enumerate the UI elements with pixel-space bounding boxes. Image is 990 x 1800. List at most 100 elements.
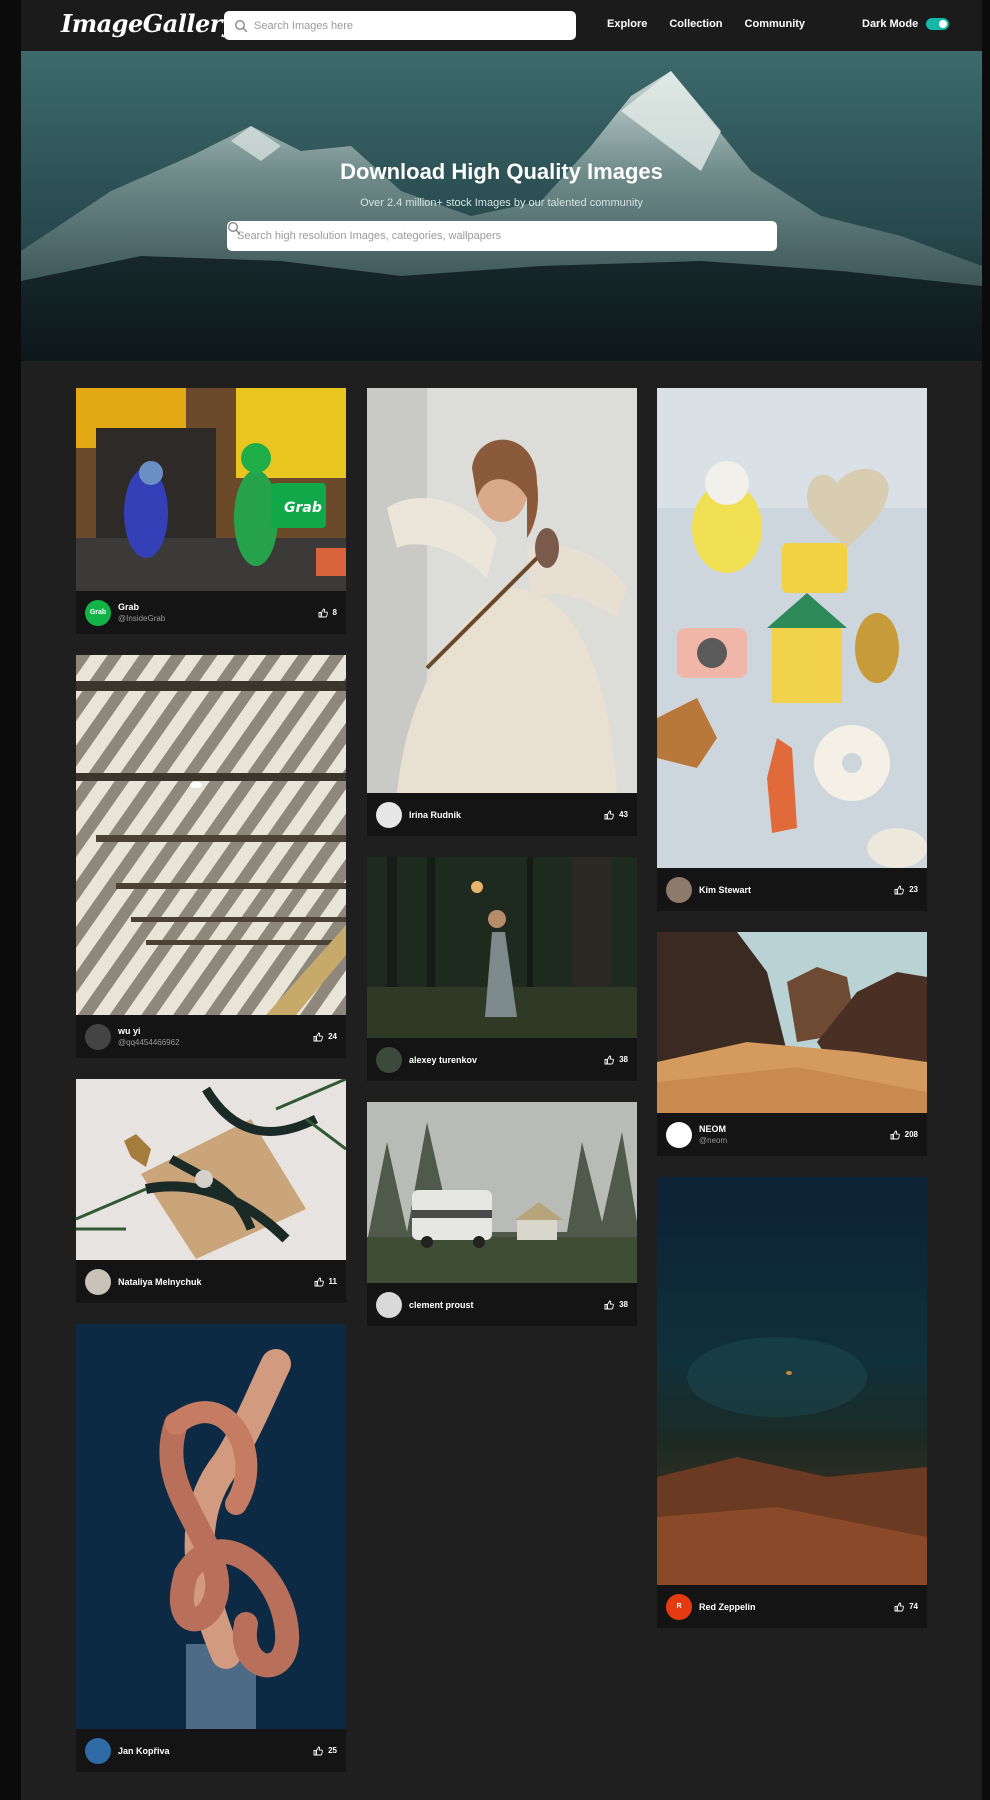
- user-name[interactable]: Red Zeppelin: [699, 1601, 894, 1613]
- user-name[interactable]: alexey turenkov: [409, 1054, 604, 1066]
- user-name[interactable]: Kim Stewart: [699, 884, 894, 896]
- like-button[interactable]: 23: [894, 885, 918, 895]
- user-name[interactable]: Irina Rudnik: [409, 809, 604, 821]
- dark-mode-control: Dark Mode: [862, 18, 950, 30]
- photo-forest-woman-lantern[interactable]: [367, 857, 637, 1038]
- avatar[interactable]: Grab: [85, 599, 111, 626]
- like-button[interactable]: 74: [894, 1602, 918, 1612]
- photo-card[interactable]: clement proust 38: [367, 1102, 637, 1326]
- like-count: 43: [619, 810, 628, 819]
- photo-card[interactable]: Jan Kopřiva 25: [76, 1324, 346, 1772]
- hero-banner: Download High Quality Images Over 2.4 mi…: [21, 51, 982, 361]
- like-button[interactable]: 8: [318, 608, 337, 618]
- like-count: 208: [904, 1130, 918, 1139]
- thumbs-up-icon: [604, 1300, 614, 1309]
- photo-card[interactable]: Nataliya Melnychuk 11: [76, 1079, 346, 1303]
- thumbs-up-icon: [314, 1277, 324, 1286]
- like-button[interactable]: 208: [890, 1130, 918, 1140]
- photo-card-footer: Jan Kopřiva 25: [76, 1729, 346, 1772]
- photo-card-footer: Grab Grab @InsideGrab 8: [76, 591, 346, 634]
- user-info: wu yi @qq4454466962: [118, 1025, 313, 1049]
- user-name[interactable]: wu yi: [118, 1025, 313, 1037]
- thumbs-up-icon: [318, 608, 328, 617]
- avatar[interactable]: [85, 1023, 111, 1050]
- photo-card-footer: Irina Rudnik 43: [367, 793, 637, 836]
- nav-search-box[interactable]: [224, 11, 576, 40]
- search-icon: [227, 221, 241, 235]
- hero-subtitle: Over 2.4 million+ stock Images by our ta…: [360, 197, 643, 209]
- nav-search-input[interactable]: [254, 19, 576, 32]
- avatar[interactable]: [376, 1291, 402, 1318]
- photo-card-footer: wu yi @qq4454466962 24: [76, 1015, 346, 1058]
- hero-search-box[interactable]: [227, 221, 777, 251]
- svg-text:Grab: Grab: [284, 500, 322, 516]
- avatar[interactable]: [85, 1268, 111, 1295]
- photo-card-footer: clement proust 38: [367, 1283, 637, 1326]
- nav-link-explore[interactable]: Explore: [607, 18, 647, 30]
- photo-card-footer: NEOM @neom 208: [657, 1113, 927, 1156]
- user-handle: @InsideGrab: [118, 613, 166, 623]
- photo-toys-ornaments[interactable]: [657, 388, 927, 868]
- photo-card[interactable]: Irina Rudnik 43: [367, 388, 637, 836]
- hero-search-input[interactable]: [237, 230, 777, 242]
- user-name[interactable]: NEOM: [699, 1123, 890, 1135]
- avatar[interactable]: [666, 876, 692, 903]
- avatar[interactable]: R: [666, 1593, 692, 1620]
- like-button[interactable]: 24: [313, 1032, 337, 1042]
- gallery-column-1: Grab Grab Grab @InsideGrab 8 wu yi @qq44…: [76, 388, 346, 1793]
- photo-card[interactable]: NEOM @neom 208: [657, 932, 927, 1156]
- like-count: 25: [328, 1746, 337, 1755]
- search-icon: [234, 19, 248, 32]
- user-name[interactable]: Grab: [118, 601, 318, 613]
- photo-card[interactable]: alexey turenkov 38: [367, 857, 637, 1081]
- thumbs-up-icon: [894, 1602, 904, 1611]
- user-info: Irina Rudnik: [409, 809, 604, 821]
- user-name[interactable]: Jan Kopřiva: [118, 1745, 313, 1757]
- nav-links: Explore Collection Community: [607, 18, 805, 30]
- user-info: Red Zeppelin: [699, 1601, 894, 1613]
- photo-gift-box[interactable]: [76, 1079, 346, 1260]
- nav-link-community[interactable]: Community: [745, 18, 806, 30]
- photo-card[interactable]: Kim Stewart 23: [657, 388, 927, 911]
- photo-snake-hand[interactable]: [76, 1324, 346, 1729]
- photo-campervan-foggy-forest[interactable]: [367, 1102, 637, 1283]
- photo-card[interactable]: wu yi @qq4454466962 24: [76, 655, 346, 1058]
- photo-shadow-stripes-ceiling[interactable]: [76, 655, 346, 1015]
- like-button[interactable]: 38: [604, 1055, 628, 1065]
- photo-woman-white-dress[interactable]: [367, 388, 637, 793]
- dark-mode-label: Dark Mode: [862, 18, 919, 30]
- avatar[interactable]: [85, 1737, 111, 1764]
- nav-link-collection[interactable]: Collection: [669, 18, 722, 30]
- hero-title: Download High Quality Images: [340, 159, 663, 184]
- logo[interactable]: ImageGallery: [61, 9, 236, 38]
- gallery-column-3: Kim Stewart 23 NEOM @neom 208 R Red Zepp…: [657, 388, 927, 1649]
- photo-card[interactable]: R Red Zeppelin 74: [657, 1177, 927, 1628]
- user-name[interactable]: Nataliya Melnychuk: [118, 1276, 314, 1288]
- photo-card-footer: alexey turenkov 38: [367, 1038, 637, 1081]
- photo-ocean-shore-aerial[interactable]: [657, 1177, 927, 1585]
- user-info: Kim Stewart: [699, 884, 894, 896]
- thumbs-up-icon: [313, 1746, 323, 1755]
- photo-card[interactable]: Grab Grab Grab @InsideGrab 8: [76, 388, 346, 634]
- thumbs-up-icon: [604, 810, 614, 819]
- user-name[interactable]: clement proust: [409, 1299, 604, 1311]
- thumbs-up-icon: [604, 1055, 614, 1064]
- like-count: 38: [619, 1055, 628, 1064]
- like-button[interactable]: 25: [313, 1746, 337, 1756]
- avatar[interactable]: [376, 1046, 402, 1073]
- gallery-column-2: Irina Rudnik 43 alexey turenkov 38 cleme…: [367, 388, 637, 1347]
- photo-desert-canyon[interactable]: [657, 932, 927, 1113]
- like-button[interactable]: 11: [314, 1277, 337, 1287]
- like-button[interactable]: 38: [604, 1300, 628, 1310]
- avatar[interactable]: [666, 1121, 692, 1148]
- thumbs-up-icon: [890, 1130, 900, 1139]
- photo-card-footer: Nataliya Melnychuk 11: [76, 1260, 346, 1303]
- like-count: 24: [328, 1032, 337, 1041]
- avatar[interactable]: [376, 801, 402, 828]
- user-info: Jan Kopřiva: [118, 1745, 313, 1757]
- photo-grab-delivery[interactable]: Grab: [76, 388, 346, 591]
- like-count: 11: [328, 1277, 337, 1286]
- like-button[interactable]: 43: [604, 810, 628, 820]
- user-handle: @qq4454466962: [118, 1037, 180, 1047]
- dark-mode-toggle[interactable]: [926, 18, 950, 30]
